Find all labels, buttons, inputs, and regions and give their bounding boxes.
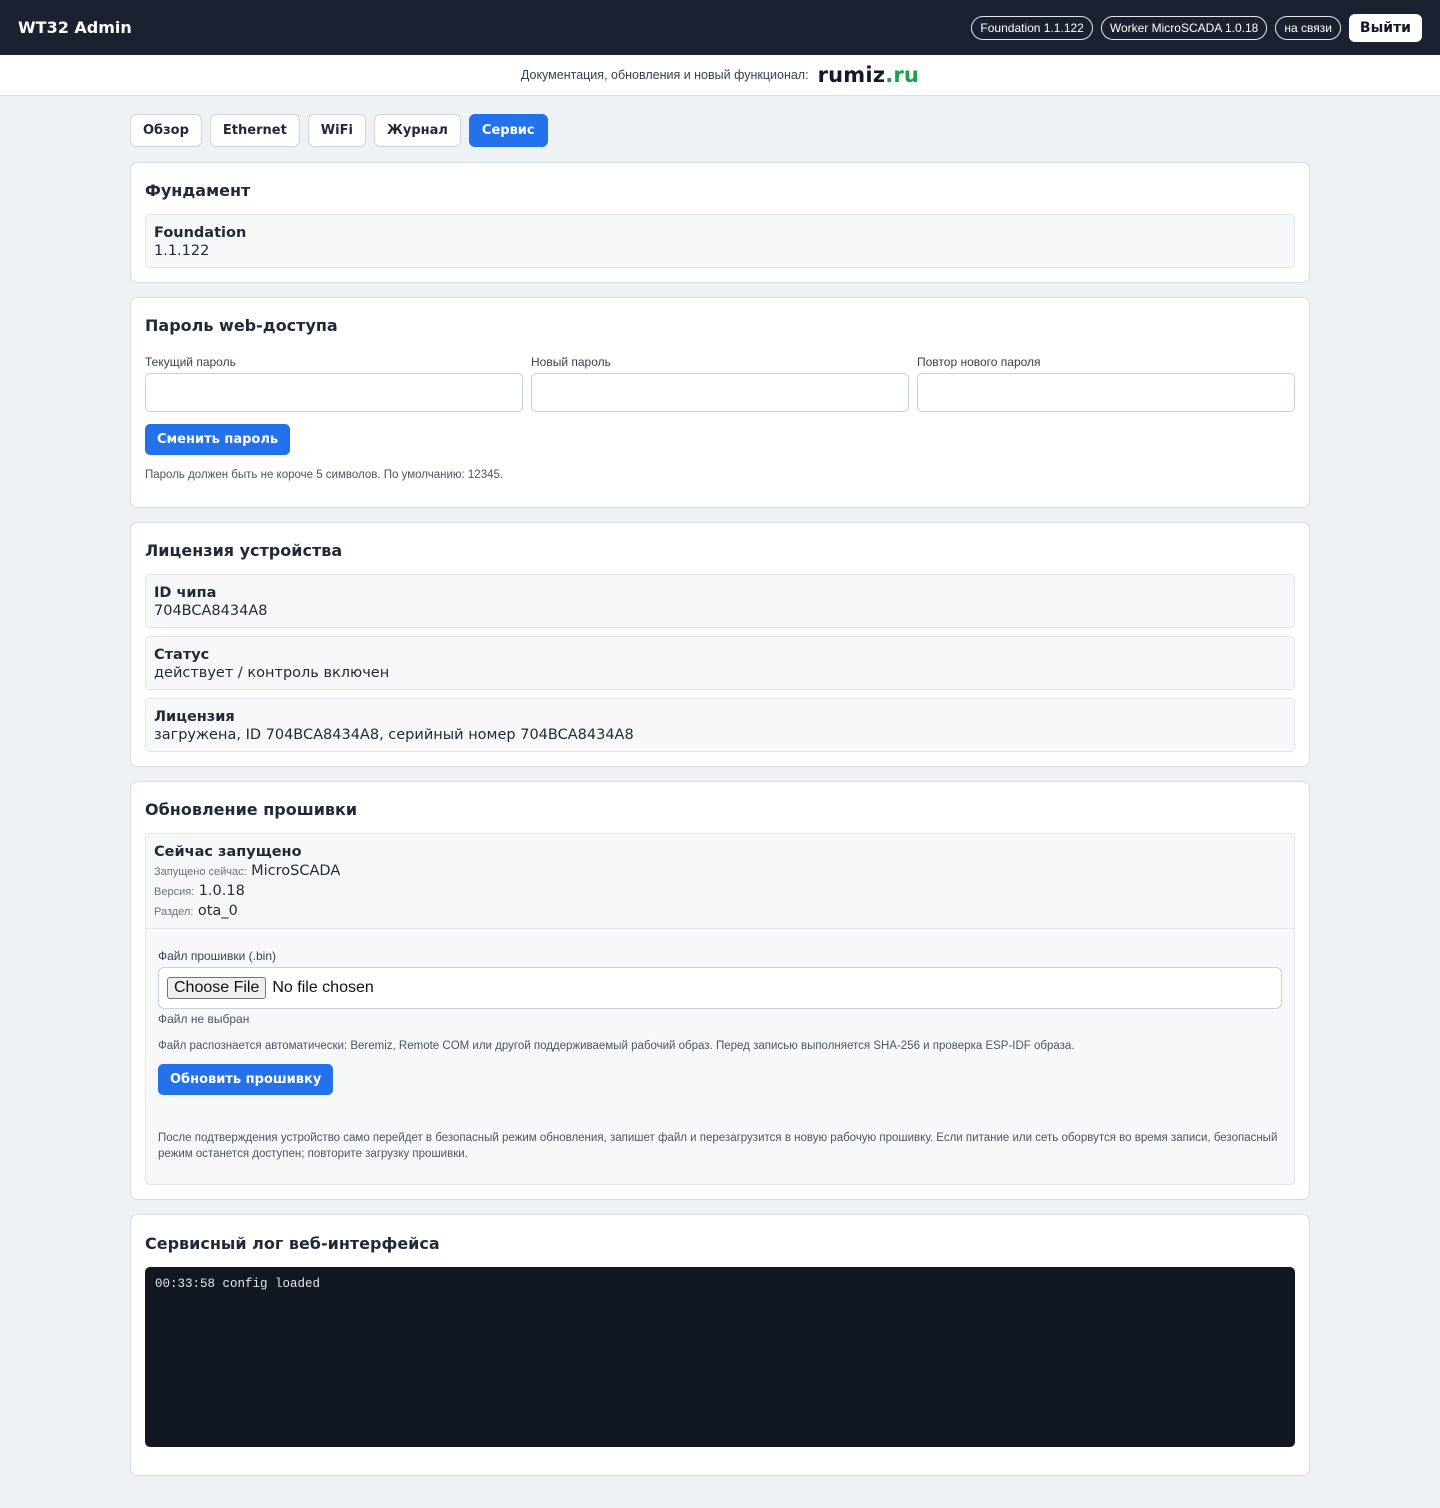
version-value: 1.0.18: [198, 883, 245, 899]
new-password-label: Новый пароль: [531, 355, 611, 369]
license-title: Лицензия устройства: [145, 541, 343, 560]
repeat-password-input[interactable]: [917, 373, 1295, 412]
license-status-label: Статус: [154, 647, 210, 663]
running-now-value: MicroSCADA: [251, 863, 341, 879]
license-status-value: действует / контроль включен: [154, 665, 390, 681]
connection-status-badge: на связи: [1275, 15, 1341, 40]
firmware-card: Обновление прошивки Сейчас запущено Запу…: [130, 781, 1310, 1200]
chip-id-label: ID чипа: [154, 585, 217, 601]
foundation-info: Foundation 1.1.122: [145, 214, 1295, 268]
file-detect-hint: Файл распознается автоматически: Beremiz…: [158, 1040, 1075, 1052]
top-bar: WT32 Admin Foundation 1.1.122 Worker Mic…: [0, 0, 1440, 55]
foundation-version-badge: Foundation 1.1.122: [971, 15, 1093, 40]
license-info-label: Лицензия: [154, 709, 235, 725]
repeat-password-group: Повтор нового пароля: [917, 355, 1295, 412]
license-info-row: Лицензия загружена, ID 704BCA8434A8, сер…: [145, 698, 1295, 752]
foundation-version: 1.1.122: [154, 243, 210, 259]
foundation-name: Foundation: [154, 225, 247, 241]
header-actions: Foundation 1.1.122 Worker MicroSCADA 1.0…: [971, 13, 1422, 42]
promo-bar: Документация, обновления и новый функцио…: [0, 55, 1440, 96]
firmware-upload-box: Файл прошивки (.bin) Choose File No file…: [145, 929, 1295, 1185]
tab-service[interactable]: Сервис: [468, 114, 548, 147]
version-row: Версия: 1.0.18: [154, 882, 1286, 900]
change-password-button[interactable]: Сменить пароль: [145, 424, 291, 455]
running-firmware-info: Сейчас запущено Запущено сейчас: MicroSC…: [145, 833, 1295, 929]
rumiz-logo-link[interactable]: rumiz.ru: [818, 63, 920, 87]
foundation-title: Фундамент: [145, 181, 251, 200]
log-line: 00:33:58 config loaded: [155, 1277, 321, 1291]
foundation-card: Фундамент Foundation 1.1.122: [130, 162, 1310, 283]
tab-wifi[interactable]: WiFi: [307, 114, 366, 147]
file-status-text: Файл не выбран: [158, 1012, 250, 1026]
firmware-title: Обновление прошивки: [145, 800, 358, 819]
worker-version-badge: Worker MicroSCADA 1.0.18: [1100, 15, 1268, 40]
chip-id-value: 704BCA8434A8: [154, 603, 268, 619]
tab-journal[interactable]: Журнал: [373, 114, 461, 147]
app-title: WT32 Admin: [18, 18, 132, 37]
logo-tld: ru: [893, 63, 920, 87]
firmware-file-label: Файл прошивки (.bin): [158, 949, 277, 963]
choose-file-button[interactable]: Choose File: [167, 977, 267, 999]
tab-bar: Обзор Ethernet WiFi Журнал Сервис: [130, 96, 1310, 162]
service-log-card: Сервисный лог веб-интерфейса 00:33:58 co…: [130, 1214, 1310, 1476]
current-password-group: Текущий пароль: [145, 355, 523, 412]
running-firmware-label: Сейчас запущено: [154, 844, 302, 860]
repeat-password-label: Повтор нового пароля: [917, 355, 1041, 369]
firmware-after-note: После подтверждения устройство само пере…: [158, 1132, 1278, 1160]
file-chosen-text: No file chosen: [272, 979, 374, 996]
update-firmware-button[interactable]: Обновить прошивку: [158, 1064, 334, 1095]
partition-value: ota_0: [197, 903, 238, 919]
running-now-label: Запущено сейчас:: [154, 866, 247, 878]
partition-row: Раздел: ota_0: [154, 902, 1286, 920]
logout-button[interactable]: Выйти: [1348, 13, 1422, 42]
running-now-row: Запущено сейчас: MicroSCADA: [154, 862, 1286, 880]
tab-ethernet[interactable]: Ethernet: [209, 114, 300, 147]
license-card: Лицензия устройства ID чипа 704BCA8434A8…: [130, 522, 1310, 767]
current-password-input[interactable]: [145, 373, 523, 412]
new-password-input[interactable]: [531, 373, 909, 412]
firmware-file-input[interactable]: Choose File No file chosen: [158, 967, 1282, 1009]
password-fields: Текущий пароль Новый пароль Повтор новог…: [145, 355, 1295, 412]
password-hint: Пароль должен быть не короче 5 символов.…: [145, 469, 504, 481]
license-status-row: Статус действует / контроль включен: [145, 636, 1295, 690]
new-password-group: Новый пароль: [531, 355, 909, 412]
chip-id-row: ID чипа 704BCA8434A8: [145, 574, 1295, 628]
current-password-label: Текущий пароль: [145, 355, 236, 369]
main-content: Обзор Ethernet WiFi Журнал Сервис Фундам…: [130, 96, 1310, 1476]
password-title: Пароль web-доступа: [145, 316, 338, 335]
service-log-title: Сервисный лог веб-интерфейса: [145, 1234, 440, 1253]
logo-main: rumiz: [817, 63, 886, 87]
partition-label: Раздел:: [154, 906, 194, 918]
password-card: Пароль web-доступа Текущий пароль Новый …: [130, 297, 1310, 508]
service-log-console: 00:33:58 config loaded: [145, 1267, 1295, 1447]
version-label: Версия:: [154, 886, 195, 898]
tab-overview[interactable]: Обзор: [130, 114, 202, 147]
license-info-value: загружена, ID 704BCA8434A8, серийный ном…: [154, 727, 634, 743]
promo-text: Документация, обновления и новый функцио…: [520, 68, 809, 82]
